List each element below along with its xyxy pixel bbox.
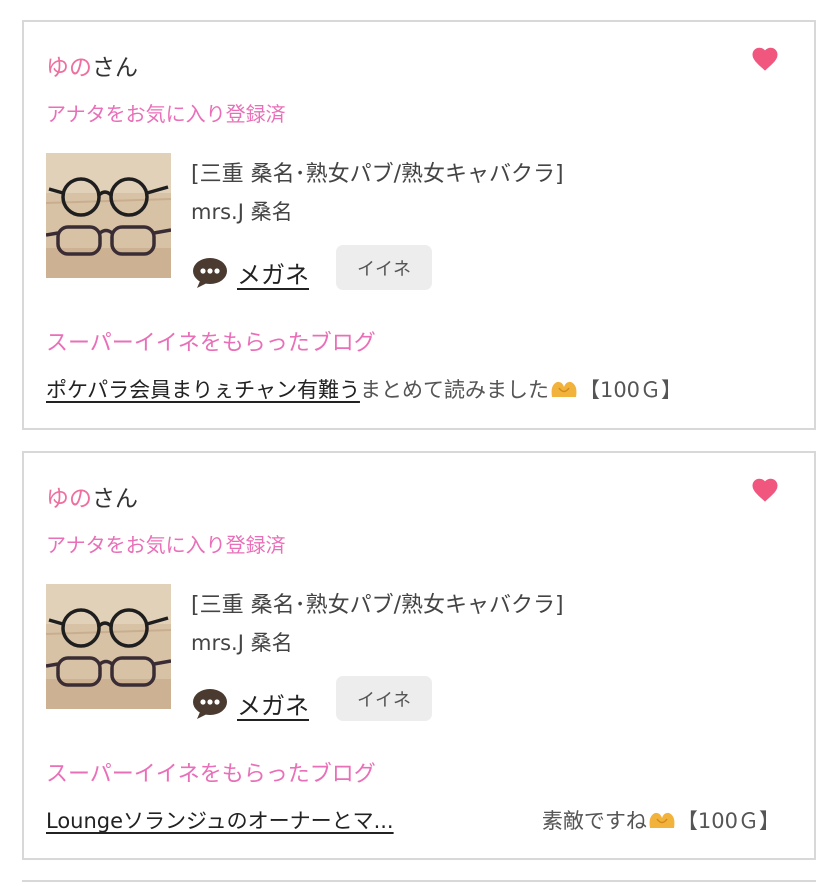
heart-icon[interactable] bbox=[750, 475, 780, 505]
user-suffix: さん bbox=[92, 486, 138, 512]
shop-category: [三重 桑名･熟女パブ/熟女キャバクラ] bbox=[191, 162, 564, 187]
blog-title-link[interactable]: ポケパラ会員まりぇチャン有難う bbox=[46, 378, 360, 402]
blog-points: 【100Ｇ】 bbox=[676, 809, 780, 833]
user-line: ゆのさん bbox=[46, 48, 138, 82]
profile-photo[interactable] bbox=[46, 584, 171, 709]
super-like-heading: スーパーイイネをもらったブログ bbox=[46, 331, 376, 356]
profile-photo[interactable] bbox=[46, 153, 171, 278]
blog-comment: まとめて読みました bbox=[359, 378, 549, 402]
blog-points: 【100Ｇ】 bbox=[578, 378, 683, 402]
blog-comment: 素敵ですね bbox=[541, 809, 647, 833]
topic-link[interactable]: メガネ bbox=[237, 686, 309, 721]
blog-row: ポケパラ会員まりぇチャン有難うまとめて読みました 【100Ｇ】 bbox=[46, 374, 780, 404]
user-name[interactable]: ゆの bbox=[46, 55, 92, 81]
like-button[interactable]: イイネ bbox=[336, 245, 432, 290]
blog-row: Loungeソランジュのオーナーとマ... 素敵ですね 【100Ｇ】 bbox=[46, 805, 780, 835]
heart-icon[interactable] bbox=[750, 44, 780, 74]
blog-meta: 素敵ですね 【100Ｇ】 bbox=[542, 805, 780, 835]
topic-link[interactable]: メガネ bbox=[237, 255, 309, 290]
notification-card: ゆのさん アナタをお気に入り登録済 [三重 桑名･熟女パブ/熟女キャバクラ] m… bbox=[22, 20, 816, 430]
favorite-status: アナタをお気に入り登録済 bbox=[46, 533, 286, 557]
notification-card: ゆのさん アナタをお気に入り登録済 [三重 桑名･熟女パブ/熟女キャバクラ] m… bbox=[22, 451, 816, 860]
user-line: ゆのさん bbox=[46, 479, 138, 513]
user-suffix: さん bbox=[92, 55, 138, 81]
user-name[interactable]: ゆの bbox=[46, 486, 92, 512]
speech-bubble-icon bbox=[193, 689, 227, 719]
favorite-status: アナタをお気に入り登録済 bbox=[46, 102, 286, 126]
shop-name[interactable]: mrs.J 桑名 bbox=[191, 627, 293, 657]
shop-category: [三重 桑名･熟女パブ/熟女キャバクラ] bbox=[191, 593, 564, 618]
like-button[interactable]: イイネ bbox=[336, 676, 432, 721]
heart-hands-emoji-icon bbox=[649, 812, 675, 828]
heart-hands-emoji-icon bbox=[551, 381, 577, 397]
shop-name[interactable]: mrs.J 桑名 bbox=[191, 196, 293, 226]
super-like-heading: スーパーイイネをもらったブログ bbox=[46, 762, 376, 787]
blog-title-link[interactable]: Loungeソランジュのオーナーとマ... bbox=[46, 805, 394, 835]
next-card-edge bbox=[22, 880, 816, 886]
speech-bubble-icon bbox=[193, 258, 227, 288]
